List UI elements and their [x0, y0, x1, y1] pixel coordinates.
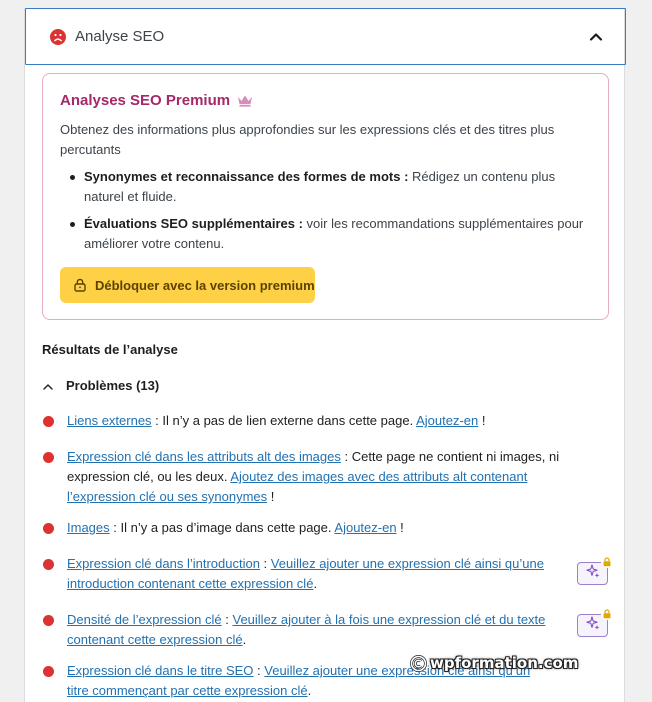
problem-bullet	[43, 615, 54, 626]
premium-title: Analyses SEO Premium	[60, 92, 231, 109]
result-action-link[interactable]: Ajoutez-en	[416, 413, 478, 428]
result-text: Expression clé dans l’introduction : Veu…	[67, 556, 544, 591]
result-action-link[interactable]: Ajoutez-en	[334, 520, 396, 535]
result-text: Liens externes : Il n’y a pas de lien ex…	[67, 413, 486, 428]
sparkle-icon	[585, 616, 600, 635]
lock-icon	[601, 608, 613, 620]
result-title-link[interactable]: Expression clé dans le titre SEO	[67, 663, 253, 678]
premium-feature-list: Synonymes et reconnaissance des formes d…	[60, 167, 591, 254]
unlock-premium-label: Débloquer avec la version premium	[95, 277, 315, 293]
problem-bullet	[43, 559, 54, 570]
lock-icon	[601, 556, 613, 568]
result-title-link[interactable]: Liens externes	[67, 413, 152, 428]
chevron-up-icon	[42, 380, 54, 392]
watermark-text: wpformation.com	[430, 654, 579, 672]
lock-icon	[73, 278, 87, 292]
problems-label: Problèmes (13)	[66, 378, 160, 393]
problems-toggle[interactable]: Problèmes (13)	[42, 378, 159, 393]
premium-upsell-box: Analyses SEO Premium Obtenez des informa…	[42, 73, 609, 320]
result-title-link[interactable]: Images	[67, 520, 110, 535]
result-title-link[interactable]: Expression clé dans les attributs alt de…	[67, 449, 341, 464]
seo-analysis-header[interactable]: Analyse SEO	[25, 8, 626, 65]
ai-fix-button[interactable]	[577, 556, 613, 585]
problem-bullet	[43, 666, 54, 677]
chevron-up-icon[interactable]	[589, 30, 603, 44]
premium-description: Obtenez des informations plus approfondi…	[60, 122, 555, 157]
sparkle-icon	[585, 564, 600, 583]
crown-icon	[237, 94, 253, 107]
problem-bullet	[43, 452, 54, 463]
analysis-results-title: Résultats de l’analyse	[42, 342, 178, 357]
result-title-link[interactable]: Expression clé dans l’introduction	[67, 556, 260, 571]
copyright-icon	[410, 654, 427, 672]
premium-feature-item: Évaluations SEO supplémentaires : voir l…	[70, 214, 591, 254]
ai-fix-button[interactable]	[577, 608, 613, 637]
problem-bullet	[43, 523, 54, 534]
seo-analysis-panel: Analyse SEO Analyses SEO Premium Obtenez…	[24, 8, 626, 702]
unlock-premium-button[interactable]: Débloquer avec la version premium	[60, 267, 315, 303]
result-text: Images : Il n’y a pas d’image dans cette…	[67, 520, 404, 535]
result-text: Expression clé dans les attributs alt de…	[67, 449, 560, 504]
result-text: Densité de l’expression clé : Veuillez a…	[67, 612, 546, 647]
watermark: wpformation.com	[410, 654, 578, 672]
premium-feature-item: Synonymes et reconnaissance des formes d…	[70, 167, 591, 207]
problem-bullet	[43, 416, 54, 427]
result-title-link[interactable]: Densité de l’expression clé	[67, 612, 222, 627]
sad-face-icon	[50, 28, 66, 45]
panel-title: Analyse SEO	[75, 28, 165, 45]
